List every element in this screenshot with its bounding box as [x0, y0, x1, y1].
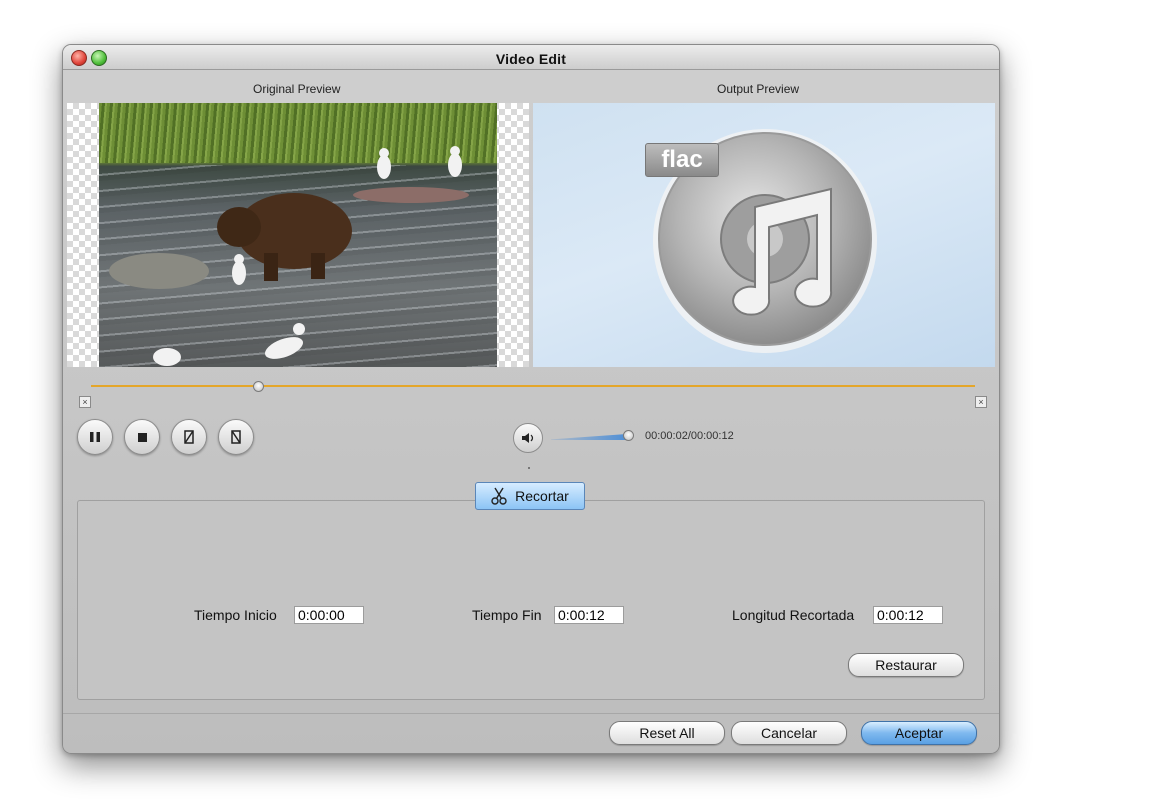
volume-knob[interactable]	[623, 430, 634, 441]
window-title: Video Edit	[495, 51, 567, 67]
rock-far	[353, 187, 469, 203]
original-video-frame	[99, 103, 497, 367]
end-time-label: Tiempo Fin	[472, 607, 542, 623]
trim-start-marker[interactable]: ×	[79, 396, 91, 408]
cancel-button[interactable]: Cancelar	[731, 721, 847, 745]
format-badge: flac	[645, 143, 719, 177]
restore-button[interactable]: Restaurar	[848, 653, 964, 677]
mark-out-icon	[231, 430, 241, 444]
trim-length-label: Longitud Recortada	[732, 607, 855, 623]
scissors-icon	[491, 487, 507, 505]
video-scene	[109, 146, 469, 366]
accept-button[interactable]: Aceptar	[861, 721, 977, 745]
volume-slider[interactable]	[551, 434, 627, 440]
trim-panel: Tiempo Inicio Tiempo Fin Longitud Recort…	[77, 500, 985, 700]
zoom-window-button[interactable]	[91, 50, 107, 66]
start-time-label: Tiempo Inicio	[194, 607, 277, 623]
footer-divider	[63, 713, 999, 714]
video-edit-window: Video Edit Original Preview Output Previ…	[62, 44, 1000, 754]
pause-button[interactable]	[77, 419, 113, 455]
center-tick	[528, 467, 530, 469]
title-bar: Video Edit	[63, 45, 999, 70]
original-preview	[67, 103, 529, 367]
trim-end-marker[interactable]: ×	[975, 396, 987, 408]
trim-tab[interactable]: Recortar	[475, 482, 585, 510]
pause-icon	[90, 432, 100, 442]
output-preview: flac	[533, 103, 995, 367]
reset-all-button[interactable]: Reset All	[609, 721, 725, 745]
volume-button[interactable]	[513, 423, 543, 453]
timeline-track[interactable]	[91, 385, 975, 387]
start-time-field[interactable]	[294, 606, 364, 624]
output-preview-label: Output Preview	[717, 82, 800, 96]
timecode-readout: 00:00:02/00:00:12	[645, 430, 734, 442]
music-disc-icon	[653, 129, 877, 353]
rock	[109, 253, 209, 289]
speaker-icon	[522, 433, 534, 443]
mark-in-icon	[184, 430, 194, 444]
original-preview-label: Original Preview	[253, 82, 341, 96]
stop-icon	[137, 432, 147, 442]
stop-button[interactable]	[124, 419, 160, 455]
timeline-playhead[interactable]	[253, 381, 264, 392]
mark-out-button[interactable]	[218, 419, 254, 455]
end-time-field[interactable]	[554, 606, 624, 624]
mark-in-button[interactable]	[171, 419, 207, 455]
close-window-button[interactable]	[71, 50, 87, 66]
trim-length-field[interactable]	[873, 606, 943, 624]
trim-tab-label: Recortar	[515, 488, 569, 504]
